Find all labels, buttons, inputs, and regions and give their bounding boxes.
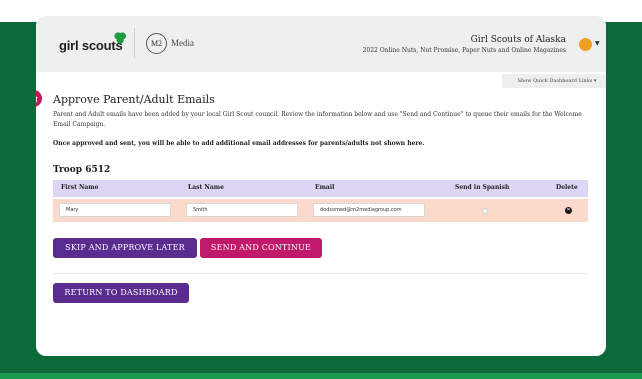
quick-dashboard-links-toggle[interactable]: Show Quick Dashboard Links ▾ (502, 74, 606, 88)
table-header-row: First Name Last Name Email Send in Spani… (53, 180, 588, 197)
email-field[interactable]: dodsomed@m2mediagroup.com (313, 203, 425, 217)
table-row: Mary Smith dodsomed@m2mediagroup.com ✕ (53, 199, 588, 222)
page-description: Parent and Adult emails have been added … (53, 111, 582, 128)
council-name: Girl Scouts of Alaska (470, 35, 566, 45)
first-name-field[interactable]: Mary (59, 203, 171, 217)
skip-and-approve-later-button[interactable]: SKIP AND APPROVE LATER (53, 238, 197, 258)
avatar[interactable] (579, 38, 592, 51)
chevron-down-icon[interactable]: ▼ (595, 40, 600, 47)
header-email: Email (315, 184, 335, 191)
home-icon[interactable] (36, 90, 42, 107)
send-in-spanish-radio[interactable] (482, 208, 488, 214)
site-header: girl scouts M2 Media Girl Scouts of Alas… (36, 16, 606, 72)
partner-name: Media (171, 38, 194, 48)
header-first-name: First Name (61, 184, 99, 191)
header-delete: Delete (556, 184, 578, 191)
header-divider (134, 28, 135, 58)
troop-label: Troop 6512 (53, 165, 111, 175)
page-title: Approve Parent/Adult Emails (53, 93, 215, 106)
m2-logo-icon: M2 (146, 33, 167, 54)
approval-note: Once approved and sent, you will be able… (53, 140, 425, 147)
last-name-field[interactable]: Smith (186, 203, 298, 217)
main-card: girl scouts M2 Media Girl Scouts of Alas… (36, 16, 606, 356)
header-send-in-spanish: Send in Spanish (455, 184, 510, 191)
trefoil-icon (114, 32, 127, 44)
send-and-continue-button[interactable]: SEND AND CONTINUE (200, 238, 322, 258)
background-bottom-stripe (0, 373, 642, 379)
sale-info: 2022 Online Nuts, Nut Promise, Paper Nut… (362, 47, 566, 54)
header-last-name: Last Name (188, 184, 224, 191)
return-to-dashboard-button[interactable]: RETURN TO DASHBOARD (53, 283, 189, 303)
delete-row-icon[interactable]: ✕ (565, 207, 572, 214)
section-divider (53, 273, 588, 274)
